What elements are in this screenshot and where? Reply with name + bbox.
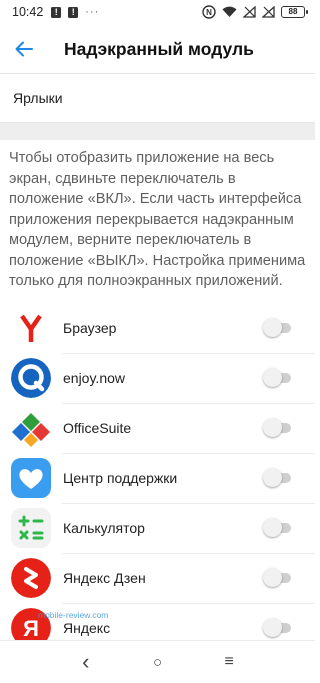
toggle-switch[interactable] — [263, 568, 293, 587]
app-bar: Надэкранный модуль — [0, 24, 315, 74]
status-bar: 10:42 ! ! ··· N 88 — [0, 0, 315, 24]
app-name: Браузер — [63, 320, 117, 336]
section-separator — [0, 123, 315, 140]
toggle-switch[interactable] — [263, 418, 293, 437]
system-icons: N 88 — [202, 5, 308, 19]
watermark: mobile-review.com — [38, 610, 109, 620]
nav-home-button[interactable]: ○ — [137, 644, 177, 680]
toggle-switch[interactable] — [263, 618, 293, 637]
app-name: Калькулятор — [63, 520, 145, 536]
toggle-switch[interactable] — [263, 468, 293, 487]
status-time: 10:42 — [12, 5, 44, 19]
battery-icon: 88 — [281, 6, 308, 18]
navigation-bar: ‹ ○ ≡ — [0, 640, 315, 683]
officesuite-icon — [11, 408, 51, 448]
nav-back-button[interactable]: ‹ — [66, 644, 106, 680]
nav-recents-button[interactable]: ≡ — [209, 644, 249, 680]
app-list: Браузер enjoy.now OfficeSuite Центр подд… — [0, 303, 315, 653]
toggle-switch[interactable] — [263, 368, 293, 387]
nav-home-icon: ○ — [152, 653, 163, 671]
support-center-icon — [11, 458, 51, 498]
page-title: Надэкранный модуль — [64, 38, 254, 59]
calculator-icon — [11, 508, 51, 548]
back-button[interactable] — [2, 27, 46, 71]
app-name: Яндекс — [63, 620, 111, 636]
toggle-switch[interactable] — [263, 318, 293, 337]
signal-off-icon — [262, 6, 275, 18]
yandex-browser-icon — [11, 308, 51, 348]
more-dots-icon: ··· — [85, 6, 100, 18]
svg-text:Я: Я — [23, 616, 39, 641]
app-row-support-center[interactable]: Центр поддержки — [0, 453, 315, 503]
svg-text:N: N — [206, 8, 212, 17]
toggle-switch[interactable] — [263, 518, 293, 537]
app-row-browser[interactable]: Браузер — [0, 303, 315, 353]
nav-back-icon: ‹ — [82, 649, 90, 674]
description-text: Чтобы отобразить приложение на весь экра… — [9, 150, 306, 289]
signal-off-icon — [243, 6, 256, 18]
notification-icons: ! ! ··· — [51, 6, 99, 18]
app-name: Центр поддержки — [63, 470, 178, 486]
wifi-icon — [222, 6, 237, 18]
alert-icon: ! — [68, 6, 79, 18]
app-row-calculator[interactable]: Калькулятор — [0, 503, 315, 553]
shortcuts-row[interactable]: Ярлыки — [0, 74, 315, 122]
nfc-icon: N — [202, 5, 216, 19]
nav-recents-icon: ≡ — [224, 653, 234, 670]
yandex-zen-icon — [11, 558, 51, 598]
app-row-enjoy-now[interactable]: enjoy.now — [0, 353, 315, 403]
arrow-back-icon — [15, 41, 33, 57]
alert-icon: ! — [51, 6, 62, 18]
app-name: OfficeSuite — [63, 420, 132, 436]
app-name: Яндекс Дзен — [63, 570, 146, 586]
app-name: enjoy.now — [63, 370, 126, 386]
app-row-officesuite[interactable]: OfficeSuite — [0, 403, 315, 453]
app-row-yandex-zen[interactable]: Яндекс Дзен — [0, 553, 315, 603]
shortcuts-label: Ярлыки — [13, 90, 63, 106]
enjoy-now-icon — [11, 358, 51, 398]
